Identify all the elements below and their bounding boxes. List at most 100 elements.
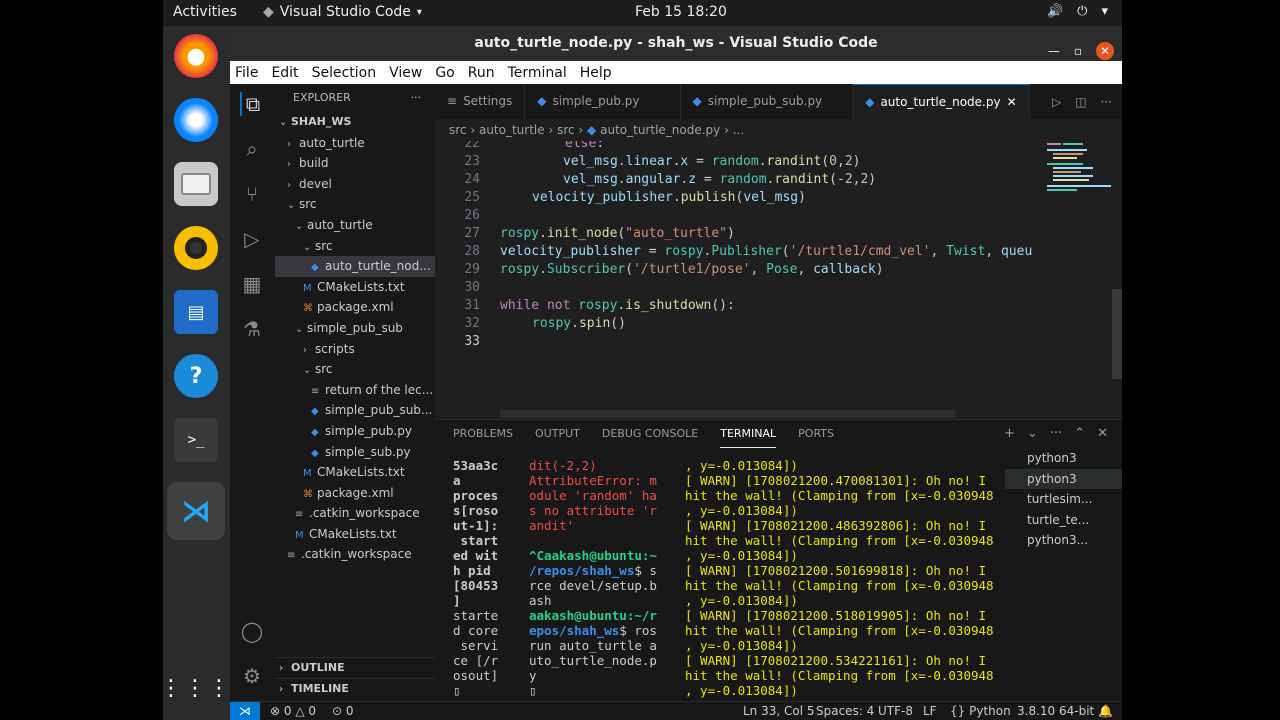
tab-output[interactable]: OUTPUT bbox=[535, 420, 580, 448]
breadcrumb-item[interactable]: ... bbox=[733, 123, 744, 137]
notifications-icon[interactable]: 🔔 bbox=[1098, 702, 1113, 720]
tab-terminal[interactable]: TERMINAL bbox=[720, 420, 777, 448]
tree-file[interactable]: ◆ simple_pub.py bbox=[275, 421, 435, 442]
new-terminal-icon[interactable]: + bbox=[1004, 420, 1015, 448]
tree-file[interactable]: ◆ simple_sub.py bbox=[275, 442, 435, 463]
app-menu[interactable]: ◆ Visual Studio Code ▾ bbox=[263, 4, 422, 20]
tab-auto-turtle-node[interactable]: ◆ auto_turtle_node.py ✕ bbox=[853, 84, 1030, 120]
outline-section[interactable]: › OUTLINE bbox=[275, 657, 435, 678]
tree-folder[interactable]: ⌄ src bbox=[275, 194, 435, 215]
clock[interactable]: Feb 15 18:20 bbox=[635, 4, 727, 20]
run-debug-icon[interactable]: ▷ bbox=[240, 227, 264, 251]
tab-ports[interactable]: PORTS bbox=[798, 420, 834, 448]
encoding[interactable]: UTF-8 bbox=[878, 702, 913, 720]
tab-debug-console[interactable]: DEBUG CONSOLE bbox=[602, 420, 698, 448]
system-tray[interactable]: 🔊 ⏻ ▾ bbox=[1047, 4, 1108, 19]
tree-file[interactable]: ⌘ package.xml bbox=[275, 297, 435, 318]
workspace-root[interactable]: ⌄ SHAH_WS bbox=[275, 112, 435, 133]
terminal-pane-3[interactable]: , y=-0.013084]) [ WARN] [1708021200.4700… bbox=[685, 458, 1005, 698]
tree-file[interactable]: ≡ return of the lec... bbox=[275, 380, 435, 401]
close-icon[interactable]: ✕ bbox=[1096, 42, 1114, 60]
tree-folder[interactable]: ⌄ auto_turtle bbox=[275, 215, 435, 236]
menu-go[interactable]: Go bbox=[435, 65, 454, 81]
explorer-icon[interactable]: ⧉ bbox=[240, 92, 264, 116]
ports-status[interactable]: ⊙ 0 bbox=[332, 702, 354, 720]
tab-simple-pub[interactable]: ◆ simple_pub.py bbox=[525, 84, 681, 119]
timeline-section[interactable]: › TIMELINE bbox=[275, 678, 435, 699]
python-interpreter[interactable]: 3.8.10 64-bit bbox=[1017, 702, 1094, 720]
menu-edit[interactable]: Edit bbox=[271, 65, 298, 81]
menu-file[interactable]: File bbox=[235, 65, 258, 81]
menu-terminal[interactable]: Terminal bbox=[508, 65, 567, 81]
run-python-icon[interactable]: ▷ bbox=[1052, 95, 1061, 109]
terminal-list-item[interactable]: python3... bbox=[1005, 530, 1122, 551]
menu-help[interactable]: Help bbox=[580, 65, 612, 81]
breadcrumb-item[interactable]: src bbox=[557, 123, 575, 137]
breadcrumb-item[interactable]: src bbox=[449, 123, 467, 137]
source-control-icon[interactable]: ⑂ bbox=[240, 182, 264, 206]
close-panel-icon[interactable]: ✕ bbox=[1097, 420, 1108, 448]
tree-file[interactable]: M CMakeLists.txt bbox=[275, 524, 435, 545]
tree-folder[interactable]: › build bbox=[275, 153, 435, 174]
maximize-panel-icon[interactable]: ⌃ bbox=[1074, 420, 1085, 448]
vertical-scrollbar[interactable] bbox=[1112, 289, 1122, 379]
tree-folder[interactable]: ⌄ src bbox=[275, 236, 435, 257]
tree-folder[interactable]: › auto_turtle bbox=[275, 133, 435, 154]
more-actions-icon[interactable]: ··· bbox=[1050, 420, 1062, 448]
writer-icon[interactable]: ▤ bbox=[174, 290, 218, 334]
language-mode[interactable]: {} Python bbox=[950, 702, 1011, 720]
terminal-list-item[interactable]: python3 bbox=[1005, 448, 1122, 469]
tab-simple-pub-sub[interactable]: ◆ simple_pub_sub.py bbox=[681, 84, 854, 119]
tree-file[interactable]: ≡ .catkin_workspace bbox=[275, 544, 435, 565]
terminal-pane-1[interactable]: 53aa3c a proces s[roso ut-1]: start ed w… bbox=[453, 458, 503, 698]
breadcrumb-item[interactable]: auto_turtle_node.py bbox=[600, 123, 720, 137]
tree-file[interactable]: ⌘ package.xml bbox=[275, 483, 435, 504]
line-ending[interactable]: LF bbox=[923, 702, 937, 720]
tree-folder[interactable]: › scripts bbox=[275, 339, 435, 360]
show-apps-icon[interactable]: ⋮⋮⋮ bbox=[160, 666, 230, 710]
cursor-position[interactable]: Ln 33, Col 5 bbox=[743, 702, 815, 720]
tree-file[interactable]: ◆ simple_pub_sub... bbox=[275, 400, 435, 421]
tree-folder[interactable]: ⌄ src bbox=[275, 359, 435, 380]
thunderbird-icon[interactable] bbox=[174, 98, 218, 142]
tab-problems[interactable]: PROBLEMS bbox=[453, 420, 513, 448]
window-titlebar[interactable]: auto_turtle_node.py - shah_ws - Visual S… bbox=[230, 26, 1122, 61]
menu-run[interactable]: Run bbox=[468, 65, 495, 81]
minimap[interactable] bbox=[1045, 141, 1115, 231]
minimize-icon[interactable]: — bbox=[1048, 34, 1060, 68]
tree-file[interactable]: M CMakeLists.txt bbox=[275, 462, 435, 483]
extensions-icon[interactable]: ▦ bbox=[240, 272, 264, 296]
help-icon[interactable]: ? bbox=[174, 354, 218, 398]
breadcrumb-item[interactable]: auto_turtle bbox=[479, 123, 545, 137]
indentation[interactable]: Spaces: 4 bbox=[816, 702, 874, 720]
rhythmbox-icon[interactable] bbox=[174, 226, 218, 270]
terminal-list-item[interactable]: python3 bbox=[1005, 468, 1122, 489]
split-editor-icon[interactable]: ◫ bbox=[1075, 95, 1086, 109]
tree-folder[interactable]: › devel bbox=[275, 174, 435, 195]
terminal-list-item[interactable]: turtlesim... bbox=[1005, 489, 1122, 510]
terminal-pane-2[interactable]: dit(-2,2) AttributeError: m odule 'rando… bbox=[529, 458, 669, 698]
problems-status[interactable]: ⊗ 0 △ 0 bbox=[270, 702, 316, 720]
manage-gear-icon[interactable]: ⚙ bbox=[240, 664, 264, 688]
maximize-icon[interactable]: ▫ bbox=[1074, 34, 1082, 68]
tree-file[interactable]: M CMakeLists.txt bbox=[275, 277, 435, 298]
search-icon[interactable]: ⌕ bbox=[240, 137, 264, 161]
more-actions-icon[interactable]: ··· bbox=[1101, 95, 1112, 109]
files-icon[interactable] bbox=[174, 162, 218, 206]
terminal-list-item[interactable]: turtle_te... bbox=[1005, 510, 1122, 531]
code-editor[interactable]: 22 else: 23 vel_msg.linear.x = random.ra… bbox=[435, 141, 1035, 421]
vscode-icon[interactable]: ⋊ bbox=[167, 482, 225, 540]
more-actions-icon[interactable]: ··· bbox=[411, 84, 422, 112]
menu-view[interactable]: View bbox=[389, 65, 422, 81]
remote-icon[interactable]: ⋊ bbox=[230, 702, 260, 720]
firefox-icon[interactable]: ● bbox=[174, 34, 218, 78]
tab-settings[interactable]: ≡ Settings bbox=[435, 84, 526, 119]
testing-icon[interactable]: ⚗ bbox=[240, 317, 264, 341]
activities-button[interactable]: Activities bbox=[173, 4, 237, 20]
chevron-down-icon[interactable]: ⌄ bbox=[1027, 420, 1038, 448]
horizontal-scrollbar[interactable] bbox=[500, 410, 955, 418]
close-tab-icon[interactable]: ✕ bbox=[1007, 85, 1017, 120]
terminal-icon[interactable]: >_ bbox=[174, 418, 218, 462]
menu-selection[interactable]: Selection bbox=[312, 65, 377, 81]
tree-folder[interactable]: ⌄ simple_pub_sub bbox=[275, 318, 435, 339]
